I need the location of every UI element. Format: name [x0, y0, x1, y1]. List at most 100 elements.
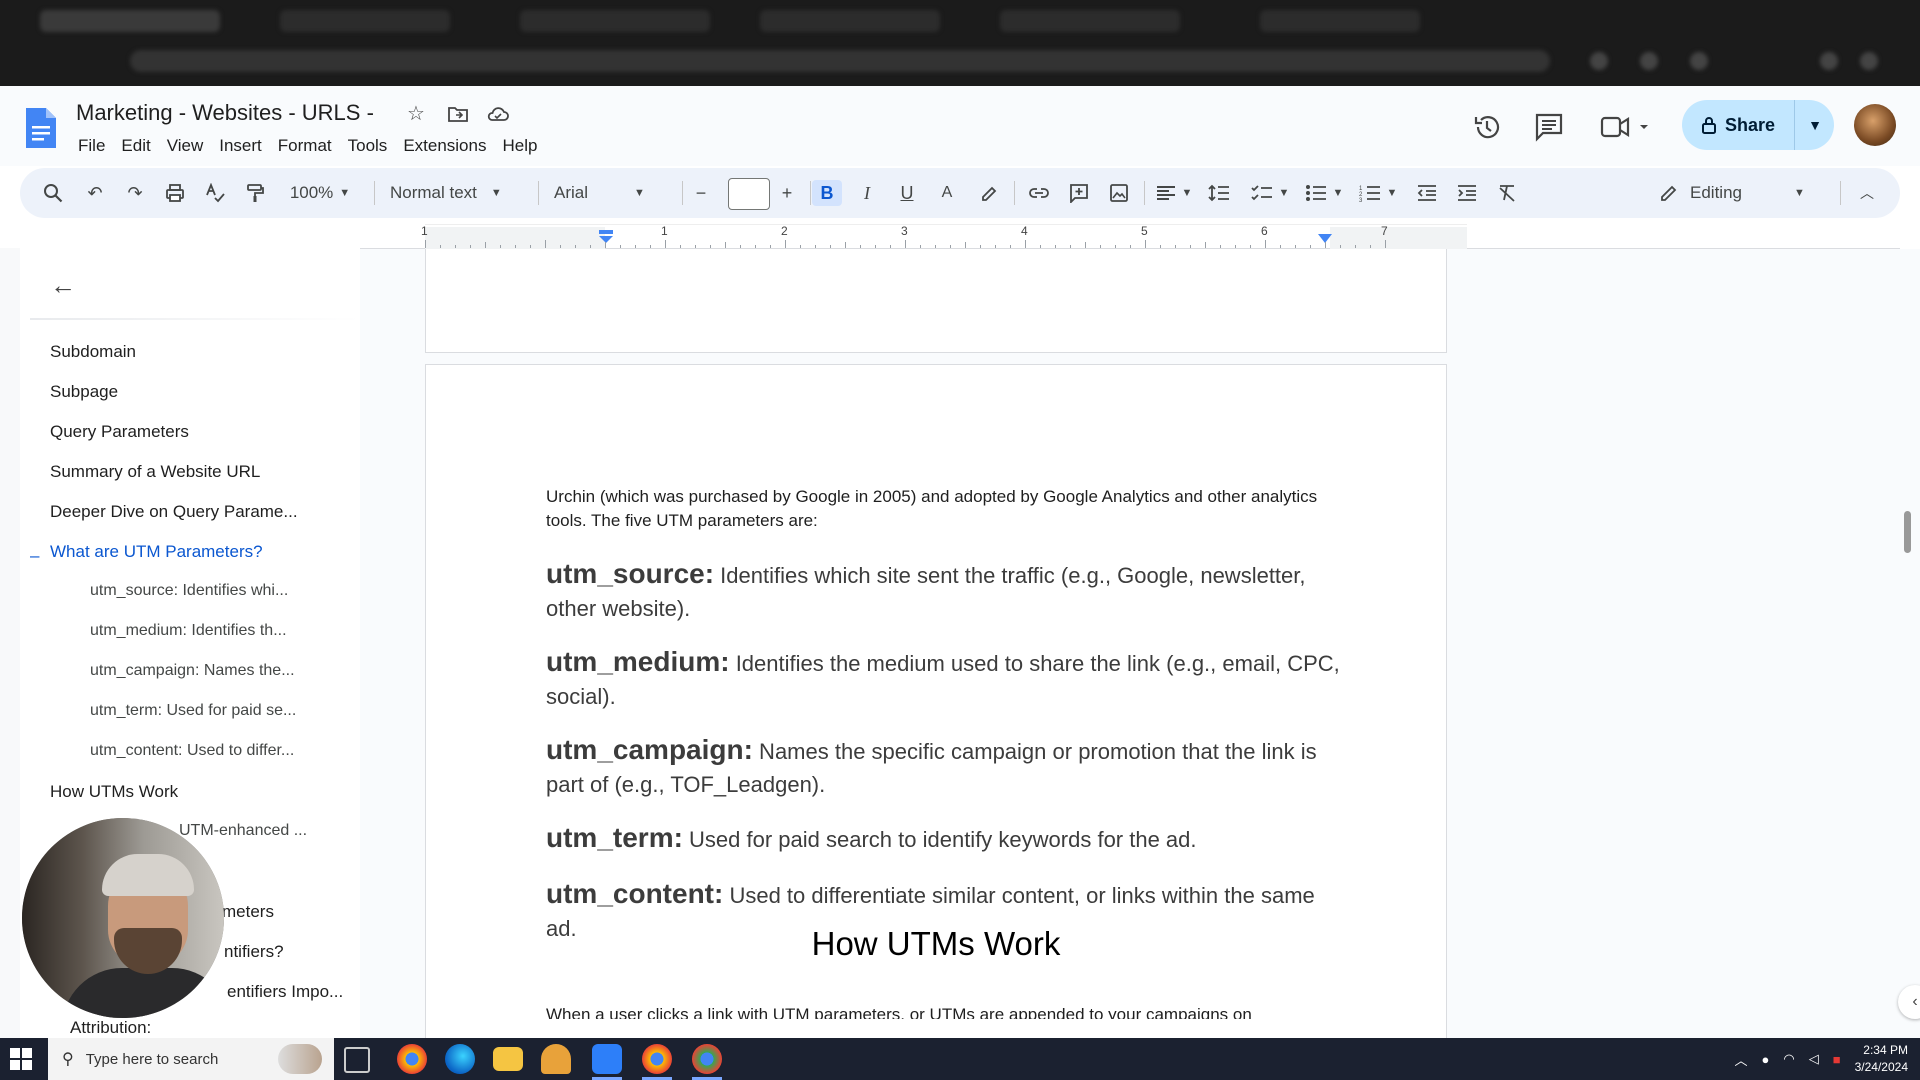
- menu-insert[interactable]: Insert: [211, 134, 270, 158]
- extension-icon[interactable]: [1690, 52, 1708, 70]
- outline-subitem[interactable]: ntifiers?: [224, 942, 284, 962]
- utm-term-paragraph[interactable]: utm_term: Used for paid search to identi…: [546, 821, 1346, 856]
- clear-formatting-icon[interactable]: [1492, 180, 1522, 206]
- share-main-button[interactable]: Share: [1682, 100, 1794, 150]
- left-indent-marker-icon[interactable]: [598, 230, 614, 244]
- redo-icon[interactable]: ↷: [122, 180, 148, 206]
- section-heading[interactable]: How UTMs Work: [546, 925, 1326, 963]
- outline-subitem[interactable]: utm_source: Identifies whi...: [90, 582, 288, 600]
- font-family-select[interactable]: Arial ▼: [554, 180, 674, 206]
- utm-campaign-paragraph[interactable]: utm_campaign: Names the specific campaig…: [546, 733, 1346, 801]
- share-button[interactable]: Share ▼: [1682, 100, 1834, 150]
- browser-tab[interactable]: [1260, 10, 1420, 32]
- menu-help[interactable]: Help: [494, 134, 545, 158]
- menu-edit[interactable]: Edit: [113, 134, 158, 158]
- browser-tab[interactable]: [1000, 10, 1180, 32]
- extension-icon[interactable]: [1590, 52, 1608, 70]
- chrome-icon[interactable]: [397, 1044, 427, 1074]
- wifi-icon[interactable]: ◠: [1783, 1051, 1794, 1067]
- move-folder-icon[interactable]: [446, 102, 470, 126]
- history-icon[interactable]: [1470, 110, 1504, 144]
- scrollbar-thumb[interactable]: [1904, 511, 1911, 553]
- line-spacing-icon[interactable]: [1204, 180, 1234, 206]
- align-select[interactable]: ▼: [1154, 180, 1194, 206]
- editing-mode-select[interactable]: Editing ▼: [1660, 180, 1820, 206]
- notification-icon[interactable]: ■: [1833, 1052, 1841, 1067]
- outline-item[interactable]: Subpage: [50, 382, 118, 402]
- avatar[interactable]: [1854, 104, 1896, 146]
- insert-link-icon[interactable]: [1024, 180, 1054, 206]
- address-bar[interactable]: [130, 50, 1550, 72]
- outline-subitem[interactable]: utm_content: Used to differ...: [90, 742, 294, 760]
- paint-format-icon[interactable]: [242, 180, 268, 206]
- outline-subitem[interactable]: entifiers Impo...: [227, 982, 343, 1002]
- comments-icon[interactable]: [1532, 110, 1566, 144]
- undo-icon[interactable]: ↶: [82, 180, 108, 206]
- print-icon[interactable]: [162, 180, 188, 206]
- search-menus-icon[interactable]: [40, 180, 66, 206]
- outline-item[interactable]: Query Parameters: [50, 422, 189, 442]
- chrome-profile-icon[interactable]: [692, 1044, 722, 1074]
- horizontal-ruler[interactable]: 1 1 2 3 4 5 6 7: [20, 222, 1900, 249]
- clock[interactable]: 2:34 PM 3/24/2024: [1855, 1042, 1908, 1076]
- chevron-up-icon[interactable]: ︿: [1735, 1050, 1748, 1069]
- chrome-profile-icon[interactable]: [642, 1044, 672, 1074]
- underline-icon[interactable]: U: [892, 180, 922, 206]
- extension-icon[interactable]: [1820, 52, 1838, 70]
- decrease-font-size-icon[interactable]: −: [686, 180, 716, 206]
- document-title[interactable]: Marketing - Websites - URLS -: [76, 100, 374, 126]
- share-dropdown-button[interactable]: ▼: [1794, 100, 1835, 150]
- back-arrow-icon[interactable]: ←: [50, 268, 84, 302]
- star-icon[interactable]: ☆: [404, 102, 428, 126]
- text-color-icon[interactable]: A: [932, 180, 962, 206]
- microphone-icon[interactable]: ●: [1762, 1052, 1770, 1067]
- document-page[interactable]: Urchin (which was purchased by Google in…: [425, 364, 1447, 1038]
- zoom-select[interactable]: 100% ▼: [282, 180, 358, 206]
- cloud-status-icon[interactable]: [486, 102, 510, 126]
- file-explorer-icon[interactable]: [493, 1047, 523, 1071]
- outline-subitem[interactable]: Attribution:: [70, 1018, 151, 1038]
- side-panel-toggle-icon[interactable]: ‹: [1898, 985, 1920, 1019]
- browser-tab[interactable]: [40, 10, 220, 32]
- browser-tab[interactable]: [280, 10, 450, 32]
- utm-medium-paragraph[interactable]: utm_medium: Identifies the medium used t…: [546, 645, 1346, 713]
- menu-format[interactable]: Format: [270, 134, 340, 158]
- paragraph-style-select[interactable]: Normal text ▼: [390, 180, 530, 206]
- docs-logo-icon[interactable]: [24, 106, 58, 150]
- extension-icon[interactable]: [1640, 52, 1658, 70]
- highlight-color-icon[interactable]: [974, 180, 1004, 206]
- increase-indent-icon[interactable]: [1452, 180, 1482, 206]
- edge-icon[interactable]: [445, 1044, 475, 1074]
- outline-subitem[interactable]: utm_campaign: Names the...: [90, 662, 295, 680]
- browser-tab[interactable]: [760, 10, 940, 32]
- outline-subitem[interactable]: utm_medium: Identifies th...: [90, 622, 287, 640]
- document-canvas[interactable]: Urchin (which was purchased by Google in…: [360, 249, 1920, 1038]
- windows-start-icon[interactable]: [10, 1048, 32, 1070]
- profile-icon[interactable]: [1860, 52, 1878, 70]
- bulleted-list-icon[interactable]: ▼: [1302, 180, 1346, 206]
- menu-extensions[interactable]: Extensions: [395, 134, 494, 158]
- outline-subitem[interactable]: utm_term: Used for paid se...: [90, 702, 296, 720]
- menu-view[interactable]: View: [159, 134, 212, 158]
- decrease-indent-icon[interactable]: [1412, 180, 1442, 206]
- menu-tools[interactable]: Tools: [340, 134, 396, 158]
- increase-font-size-icon[interactable]: +: [772, 180, 802, 206]
- menu-file[interactable]: File: [70, 134, 113, 158]
- document-page[interactable]: [425, 249, 1447, 353]
- taskbar-search[interactable]: ⚲ Type here to search: [48, 1038, 334, 1080]
- insert-image-icon[interactable]: [1104, 180, 1134, 206]
- hide-menus-icon[interactable]: ︿: [1852, 180, 1882, 206]
- volume-icon[interactable]: ◁: [1809, 1051, 1819, 1067]
- numbered-list-icon[interactable]: 1 2 3 ▼: [1356, 180, 1400, 206]
- spellcheck-icon[interactable]: [202, 180, 228, 206]
- task-view-icon[interactable]: [344, 1047, 370, 1073]
- browser-tab[interactable]: [520, 10, 710, 32]
- checklist-icon[interactable]: ▼: [1248, 180, 1292, 206]
- add-comment-icon[interactable]: [1064, 180, 1094, 206]
- outline-item-active[interactable]: What are UTM Parameters?: [50, 542, 263, 562]
- utm-source-paragraph[interactable]: utm_source: Identifies which site sent t…: [546, 557, 1346, 625]
- outline-subitem[interactable]: meters: [222, 902, 274, 922]
- bold-icon[interactable]: B: [812, 180, 842, 206]
- meet-icon[interactable]: [1598, 110, 1658, 144]
- outline-item[interactable]: Subdomain: [50, 342, 136, 362]
